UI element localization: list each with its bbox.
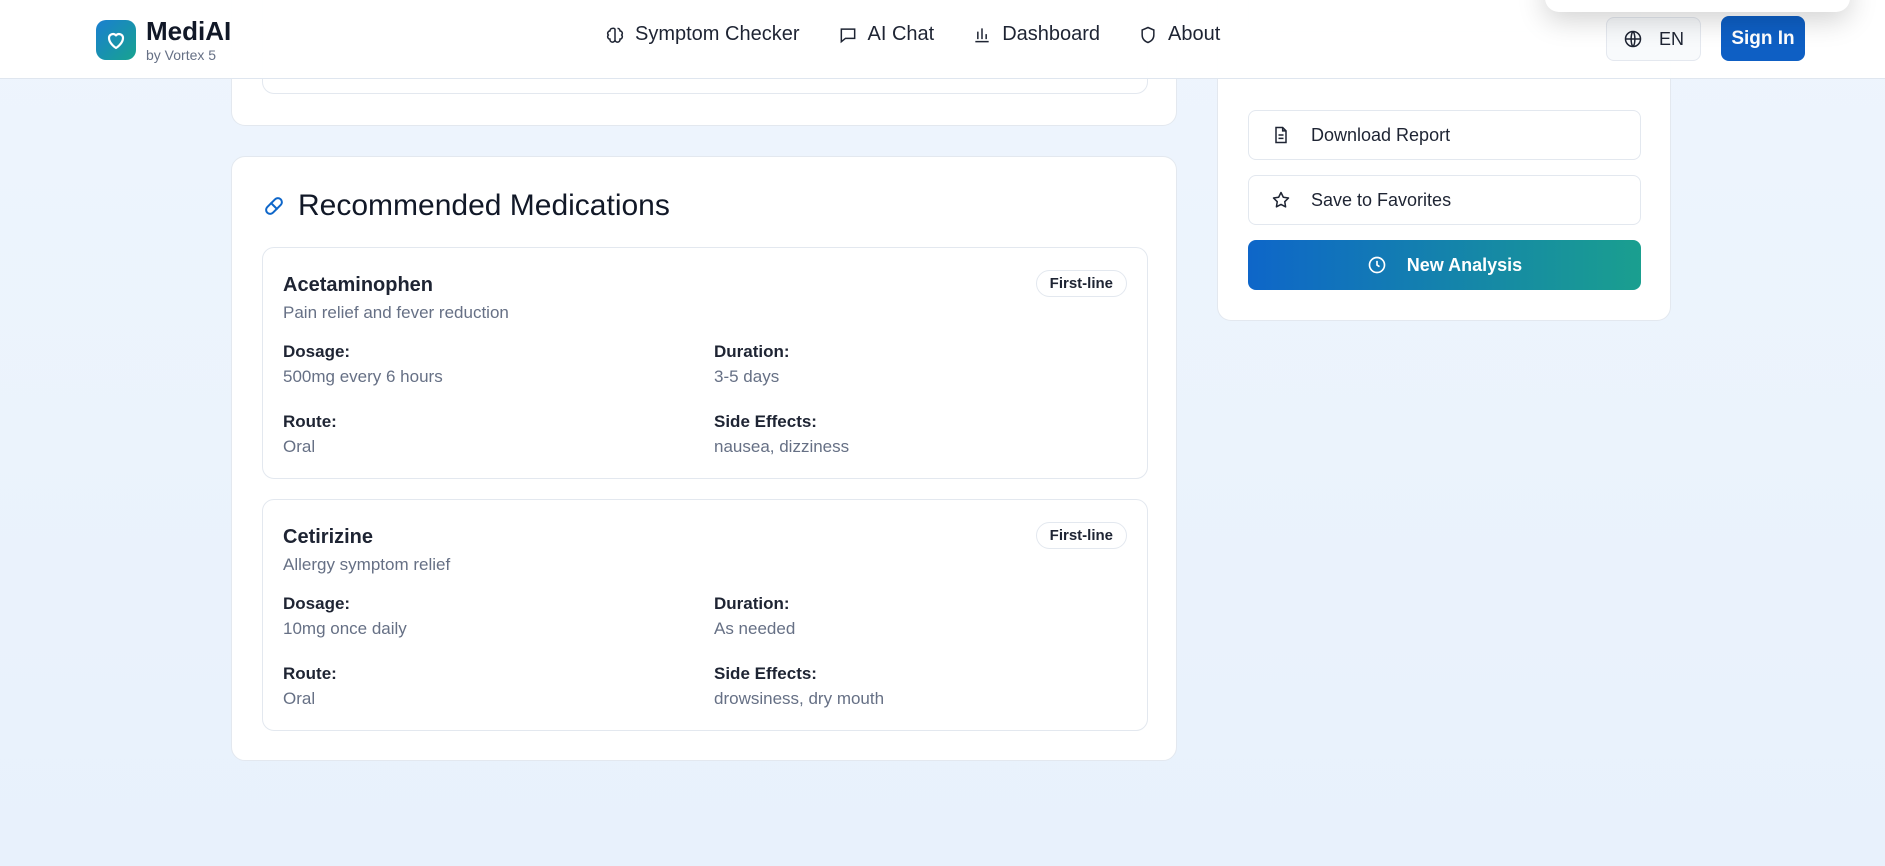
route-field: Route: Oral <box>283 664 337 709</box>
nav-dashboard[interactable]: Dashboard <box>972 23 1100 46</box>
dosage-label: Dosage: <box>283 594 351 613</box>
recommended-medications-card: Recommended Medications Acetaminophen Pa… <box>231 156 1177 761</box>
nav-label: Symptom Checker <box>635 23 800 45</box>
brand-subtitle: by Vortex 5 <box>146 47 217 63</box>
pill-icon <box>265 197 283 215</box>
medication-card: Acetaminophen Pain relief and fever redu… <box>262 247 1148 479</box>
dosage-value: 10mg once daily <box>283 619 407 638</box>
dosage-value: 500mg every 6 hours <box>283 367 443 386</box>
duration-value: As needed <box>714 619 796 638</box>
side-effects-value: nausea, dizziness <box>714 437 850 456</box>
star-icon <box>1272 191 1290 208</box>
nav-about[interactable]: About <box>1138 23 1220 46</box>
nav-symptom-checker[interactable]: Symptom Checker <box>605 23 800 46</box>
new-analysis-button[interactable]: New Analysis <box>1248 240 1641 290</box>
section-title: Recommended Medications <box>262 189 670 223</box>
sign-in-button[interactable]: Sign In <box>1721 16 1805 61</box>
dosage-field: Dosage: 10mg once daily <box>283 594 407 639</box>
medication-badge: First-line <box>1035 270 1127 297</box>
section-title-text: Recommended Medications <box>298 189 670 222</box>
download-report-button[interactable]: Download Report <box>1248 110 1641 160</box>
side-effects-field: Side Effects: nausea, dizziness <box>714 412 849 457</box>
new-analysis-label: New Analysis <box>1406 254 1523 275</box>
dropdown-shadow <box>1545 0 1850 12</box>
main-nav: Symptom Checker AI Chat Dashboard About <box>605 23 1220 46</box>
side-effects-value: drowsiness, dry mouth <box>714 689 885 708</box>
save-to-favorites-button[interactable]: Save to Favorites <box>1248 175 1641 225</box>
shield-icon <box>1141 26 1155 43</box>
medication-description: Allergy symptom relief <box>283 555 451 574</box>
route-field: Route: Oral <box>283 412 337 457</box>
clock-icon <box>1368 256 1386 274</box>
brand-name: MediAI <box>146 16 232 46</box>
side-effects-label: Side Effects: <box>714 664 817 683</box>
route-value: Oral <box>283 437 316 456</box>
dosage-field: Dosage: 500mg every 6 hours <box>283 342 443 387</box>
heart-logo-icon <box>96 20 136 60</box>
medication-card: Cetirizine Allergy symptom relief First-… <box>262 499 1148 731</box>
nav-ai-chat[interactable]: AI Chat <box>838 23 935 46</box>
route-value: Oral <box>283 689 316 708</box>
duration-field: Duration: As needed <box>714 594 795 639</box>
language-selector[interactable]: EN <box>1606 17 1701 61</box>
globe-icon <box>1624 30 1642 48</box>
message-icon <box>840 27 855 43</box>
language-label: EN <box>1658 28 1684 49</box>
duration-label: Duration: <box>714 594 790 613</box>
nav-label: AI Chat <box>867 23 935 45</box>
duration-label: Duration: <box>714 342 790 361</box>
medication-name: Acetaminophen <box>283 274 434 296</box>
brand[interactable]: MediAI by Vortex 5 <box>96 17 231 63</box>
file-text-icon <box>1275 126 1287 144</box>
duration-value: 3-5 days <box>714 367 780 386</box>
nav-label: Dashboard <box>1002 23 1101 45</box>
dosage-label: Dosage: <box>283 342 351 361</box>
duration-field: Duration: 3-5 days <box>714 342 790 387</box>
nav-label: About <box>1168 23 1221 45</box>
route-label: Route: <box>283 664 337 683</box>
medication-name: Cetirizine <box>283 526 374 548</box>
medication-description: Pain relief and fever reduction <box>283 303 509 322</box>
bar-chart-icon <box>975 27 989 42</box>
download-report-label: Download Report <box>1311 124 1451 145</box>
side-effects-label: Side Effects: <box>714 412 817 431</box>
route-label: Route: <box>283 412 337 431</box>
side-effects-field: Side Effects: drowsiness, dry mouth <box>714 664 884 709</box>
save-to-favorites-label: Save to Favorites <box>1311 189 1452 210</box>
brain-icon <box>606 27 624 43</box>
medication-badge: First-line <box>1035 522 1127 549</box>
